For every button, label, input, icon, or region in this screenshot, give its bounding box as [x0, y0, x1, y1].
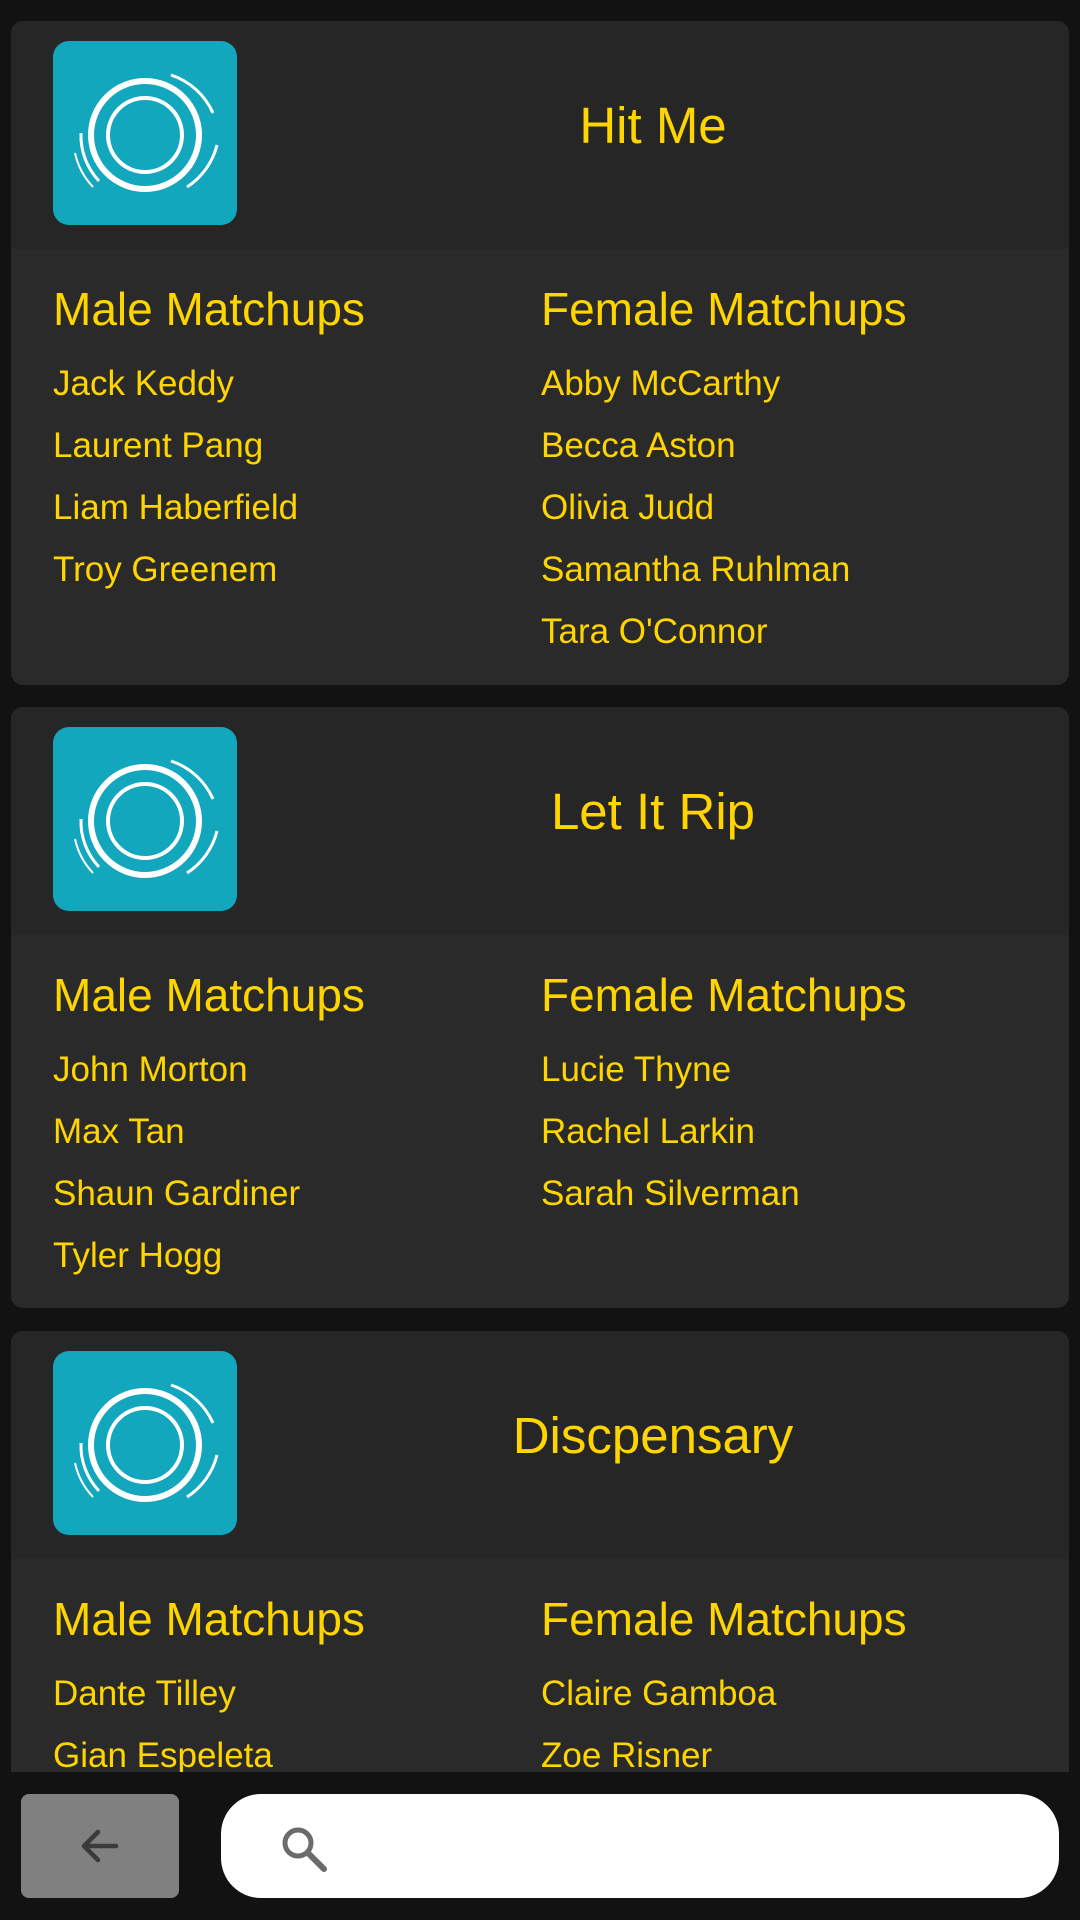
- back-button[interactable]: [21, 1794, 179, 1898]
- search-input[interactable]: [351, 1814, 1031, 1878]
- matchup-name[interactable]: Zoe Risner: [541, 1725, 907, 1772]
- search-icon: [282, 1827, 327, 1872]
- male-matchups-heading: Male Matchups: [53, 969, 365, 1021]
- card-title: Hit Me: [579, 96, 727, 154]
- male-matchups-heading: Male Matchups: [53, 283, 365, 335]
- card-body: Male Matchups Dante Tilley Gian Espeleta…: [11, 1559, 1069, 1772]
- male-matchups-column: Male Matchups Jack Keddy Laurent Pang Li…: [53, 277, 365, 601]
- camera-lens-icon: [53, 727, 237, 911]
- card-header: Let It Rip: [11, 707, 1069, 935]
- matchup-name[interactable]: Liam Haberfield: [53, 477, 365, 539]
- matchup-name[interactable]: Dante Tilley: [53, 1663, 365, 1725]
- card-body: Male Matchups John Morton Max Tan Shaun …: [11, 935, 1069, 1275]
- female-matchups-column: Female Matchups Abby McCarthy Becca Asto…: [541, 277, 907, 663]
- card-body: Male Matchups Jack Keddy Laurent Pang Li…: [11, 249, 1069, 651]
- matchup-name[interactable]: Lucie Thyne: [541, 1039, 907, 1101]
- matchup-name[interactable]: Sarah Silverman: [541, 1163, 907, 1225]
- bottom-bar: [0, 1772, 1080, 1920]
- matchup-name[interactable]: Abby McCarthy: [541, 353, 907, 415]
- matchup-name[interactable]: Max Tan: [53, 1101, 365, 1163]
- matchup-name[interactable]: Troy Greenem: [53, 539, 365, 601]
- camera-lens-icon: [53, 1351, 237, 1535]
- arrow-left-icon: [81, 1829, 119, 1863]
- card-header: Discpensary: [11, 1331, 1069, 1559]
- matchup-name[interactable]: Laurent Pang: [53, 415, 365, 477]
- card-title: Discpensary: [512, 1406, 794, 1464]
- matchup-name[interactable]: Tyler Hogg: [53, 1225, 365, 1287]
- matchup-name[interactable]: Becca Aston: [541, 415, 907, 477]
- male-matchups-column: Male Matchups John Morton Max Tan Shaun …: [53, 963, 365, 1287]
- matchup-name[interactable]: Olivia Judd: [541, 477, 907, 539]
- search-box[interactable]: [221, 1794, 1059, 1898]
- male-matchups-column: Male Matchups Dante Tilley Gian Espeleta: [53, 1587, 365, 1772]
- card-let-it-rip[interactable]: Let It Rip Male Matchups John Morton Max…: [11, 707, 1069, 1308]
- matchup-name[interactable]: Jack Keddy: [53, 353, 365, 415]
- matchup-name[interactable]: Claire Gamboa: [541, 1663, 907, 1725]
- camera-lens-icon: [53, 41, 237, 225]
- matchup-name[interactable]: Rachel Larkin: [541, 1101, 907, 1163]
- card-discpensary[interactable]: Discpensary Male Matchups Dante Tilley G…: [11, 1331, 1069, 1772]
- matchup-name[interactable]: Shaun Gardiner: [53, 1163, 365, 1225]
- matchup-list[interactable]: Hit Me Male Matchups Jack Keddy Laurent …: [0, 0, 1080, 1772]
- card-title: Let It Rip: [550, 782, 756, 840]
- matchup-name[interactable]: Tara O'Connor: [541, 601, 907, 663]
- card-hit-me[interactable]: Hit Me Male Matchups Jack Keddy Laurent …: [11, 21, 1069, 685]
- female-matchups-heading: Female Matchups: [541, 969, 907, 1021]
- card-header: Hit Me: [11, 21, 1069, 249]
- female-matchups-heading: Female Matchups: [541, 1593, 907, 1645]
- female-matchups-heading: Female Matchups: [541, 283, 907, 335]
- female-matchups-column: Female Matchups Lucie Thyne Rachel Larki…: [541, 963, 907, 1225]
- matchup-name[interactable]: John Morton: [53, 1039, 365, 1101]
- male-matchups-heading: Male Matchups: [53, 1593, 365, 1645]
- matchup-name[interactable]: Gian Espeleta: [53, 1725, 365, 1772]
- matchup-name[interactable]: Samantha Ruhlman: [541, 539, 907, 601]
- female-matchups-column: Female Matchups Claire Gamboa Zoe Risner: [541, 1587, 907, 1772]
